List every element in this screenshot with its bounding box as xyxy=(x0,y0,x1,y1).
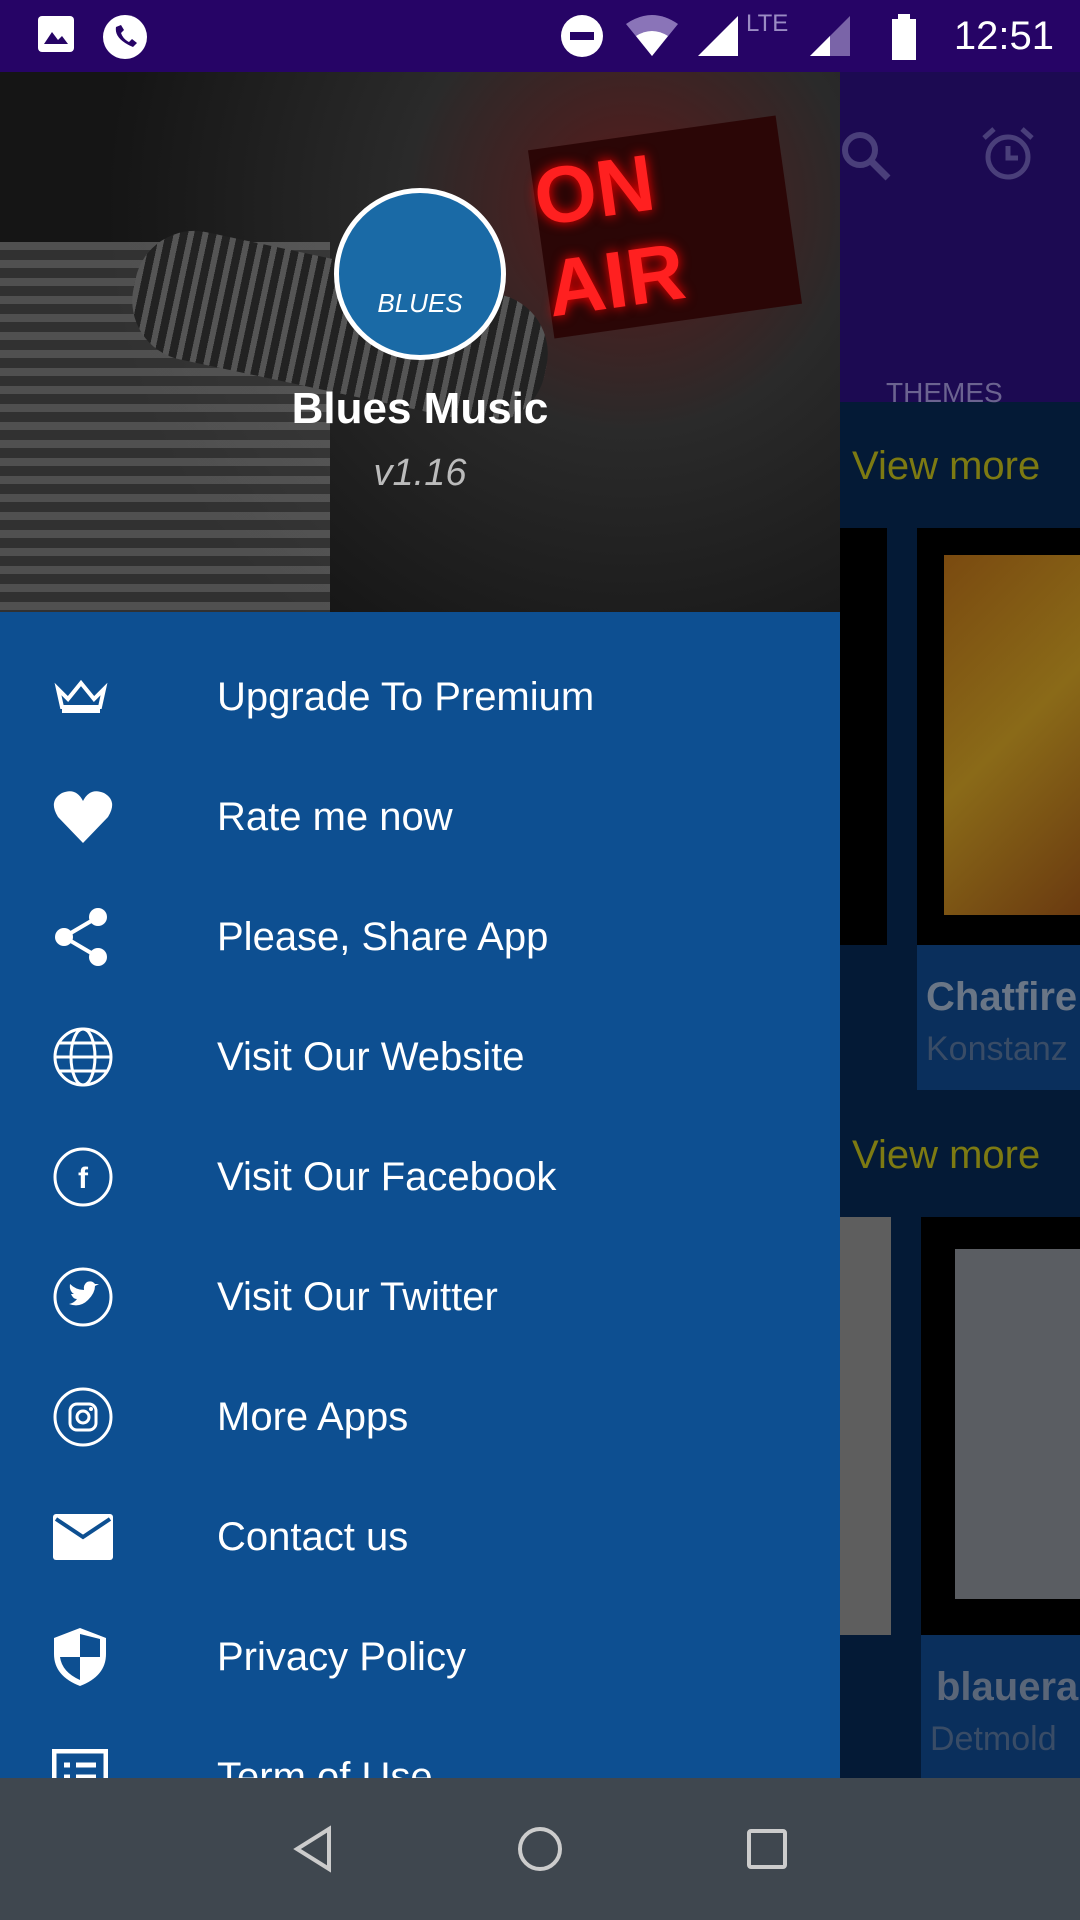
menu-item-privacy[interactable]: Privacy Policy xyxy=(0,1597,840,1717)
app-logo: BLUES xyxy=(334,188,506,360)
facebook-icon: f xyxy=(0,1146,217,1208)
network-type: LTE xyxy=(746,10,789,37)
app-name: Blues Music xyxy=(291,384,549,433)
dnd-icon xyxy=(561,15,603,57)
menu-item-rate[interactable]: Rate me now xyxy=(0,757,840,877)
mail-icon xyxy=(0,1513,217,1561)
menu-item-upgrade[interactable]: Upgrade To Premium xyxy=(0,637,840,757)
signal-icon xyxy=(698,16,738,56)
status-bar: LTE 12:51 xyxy=(0,0,1080,72)
menu-item-facebook[interactable]: f Visit Our Facebook xyxy=(0,1117,840,1237)
alarm-icon[interactable] xyxy=(978,124,1038,184)
view-more-link[interactable]: View more xyxy=(852,1133,1040,1178)
station-subtitle: Detmold xyxy=(930,1720,1057,1758)
drawer-menu: Upgrade To Premium Rate me now Please, S… xyxy=(0,637,840,1778)
station-subtitle: Konstanz xyxy=(926,1030,1068,1068)
station-title: blauera xyxy=(936,1665,1079,1709)
search-icon[interactable] xyxy=(838,128,894,184)
navigation-drawer: ON AIR BLUES Blues Music v1.16 Upgrade T… xyxy=(0,72,840,1778)
menu-item-share[interactable]: Please, Share App xyxy=(0,877,840,997)
crown-icon xyxy=(0,677,217,717)
station-card-image[interactable] xyxy=(921,1217,1080,1635)
recents-icon[interactable] xyxy=(743,1825,791,1873)
system-nav-bar xyxy=(0,1778,1080,1920)
instagram-icon xyxy=(0,1386,217,1448)
shield-icon xyxy=(0,1626,217,1688)
share-icon xyxy=(0,907,217,967)
svg-text:f: f xyxy=(78,1162,89,1195)
signal-icon-2 xyxy=(810,16,850,56)
menu-item-twitter[interactable]: Visit Our Twitter xyxy=(0,1237,840,1357)
twitter-icon xyxy=(0,1266,217,1328)
menu-item-contact[interactable]: Contact us xyxy=(0,1477,840,1597)
menu-item-website[interactable]: Visit Our Website xyxy=(0,997,840,1117)
battery-icon xyxy=(892,14,916,60)
home-icon[interactable] xyxy=(516,1825,564,1873)
clock: 12:51 xyxy=(953,14,1054,58)
wifi-icon xyxy=(626,15,678,56)
list-icon xyxy=(0,1749,217,1778)
back-icon[interactable] xyxy=(289,1825,337,1873)
heart-icon xyxy=(0,789,217,845)
app-version: v1.16 xyxy=(373,452,467,494)
tab-themes[interactable]: THEMES xyxy=(886,377,1003,409)
station-title: Chatfire xyxy=(926,975,1078,1019)
station-card-image[interactable] xyxy=(917,528,1080,945)
on-air-sign: ON AIR xyxy=(527,115,803,339)
menu-item-terms[interactable]: Term of Use xyxy=(0,1717,840,1778)
drawer-header: ON AIR BLUES Blues Music v1.16 xyxy=(0,72,840,612)
view-more-link[interactable]: View more xyxy=(852,444,1040,489)
gallery-icon xyxy=(38,16,74,52)
phone-icon xyxy=(103,15,147,59)
globe-icon xyxy=(0,1026,217,1088)
menu-item-more-apps[interactable]: More Apps xyxy=(0,1357,840,1477)
